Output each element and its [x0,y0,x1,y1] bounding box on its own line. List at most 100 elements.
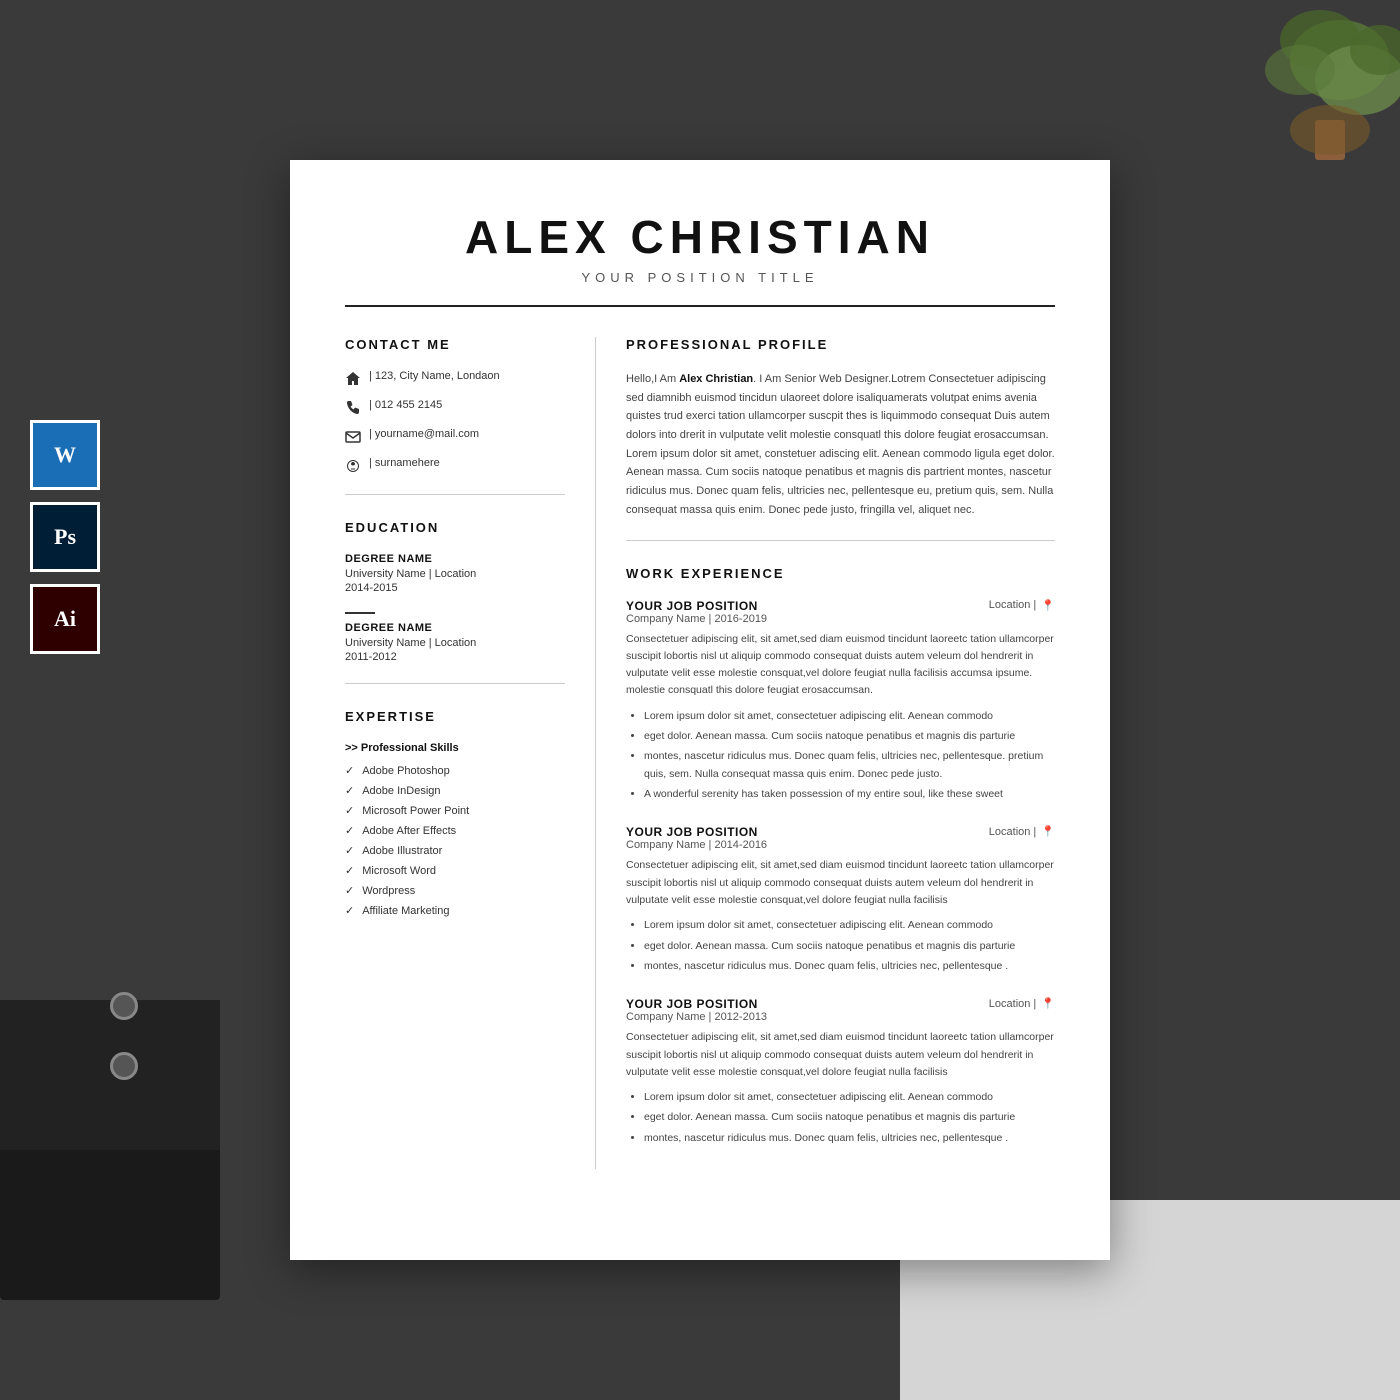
email-icon [345,429,361,445]
school-2: University Name | Location [345,637,565,649]
bullet-item: eget dolor. Aenean massa. Cum sociis nat… [644,1109,1055,1126]
skill-item: ✓Microsoft Power Point [345,804,565,817]
photoshop-icon-box: Ps [30,502,100,572]
check-icon: ✓ [345,844,354,857]
ps-label: Ps [54,524,76,550]
skill-name: Wordpress [362,885,415,897]
skill-item: ✓Adobe After Effects [345,824,565,837]
job-item-1: YOUR JOB POSITION Location | 📍 Company N… [626,599,1055,804]
job-header: YOUR JOB POSITION Location | 📍 [626,599,1055,613]
bullet-item: Lorem ipsum dolor sit amet, consectetuer… [644,708,1055,725]
check-icon: ✓ [345,904,354,917]
resume-document: ALEX CHRISTIAN YOUR POSITION TITLE CONTA… [290,160,1110,1260]
job-bullets: Lorem ipsum dolor sit amet, consectetuer… [626,708,1055,804]
school-1: University Name | Location [345,568,565,580]
location-pin-icon: 📍 [1041,825,1055,838]
profile-name: Alex Christian [679,373,753,385]
bullet-item: Lorem ipsum dolor sit amet, consectetuer… [644,1089,1055,1106]
skype-text: | surnamehere [369,457,440,469]
job-header: YOUR JOB POSITION Location | 📍 [626,997,1055,1011]
right-column: PROFESSIONAL PROFILE Hello,I Am Alex Chr… [595,337,1055,1169]
bullet-item: montes, nascetur ridiculus mus. Donec qu… [644,748,1055,783]
location-pin-icon: 📍 [1041,997,1055,1010]
resume-header: ALEX CHRISTIAN YOUR POSITION TITLE [345,210,1055,307]
job-company: Company Name | 2012-2013 [626,1011,1055,1023]
skill-name: Affiliate Marketing [362,905,449,917]
word-label: W [54,442,76,468]
location-pin-icon: 📍 [1041,599,1055,612]
skills-list: ✓Adobe Photoshop✓Adobe InDesign✓Microsof… [345,764,565,917]
skill-item: ✓ Wordpress [345,884,565,897]
contact-address: | 123, City Name, Londaon [345,370,565,387]
profile-divider [626,540,1055,541]
skill-item: ✓Adobe Illustrator [345,844,565,857]
check-icon: ✓ [345,884,354,897]
contact-phone: | 012 455 2145 [345,399,565,416]
job-description: Consectetuer adipiscing elit, sit amet,s… [626,631,1055,700]
envelope-flap [0,1000,220,1150]
job-header: YOUR JOB POSITION Location | 📍 [626,825,1055,839]
envelope-circle-2 [110,1052,138,1080]
education-item-1: DEGREE NAME University Name | Location 2… [345,553,565,594]
bullet-item: Lorem ipsum dolor sit amet, consectetuer… [644,917,1055,934]
education-section-title: EDUCATION [345,520,565,535]
job-bullets: Lorem ipsum dolor sit amet, consectetuer… [626,1089,1055,1147]
job-location: Location | 📍 [989,825,1055,838]
degree-1: DEGREE NAME [345,553,565,565]
job-item-2: YOUR JOB POSITION Location | 📍 Company N… [626,825,1055,975]
skill-item: ✓ Affiliate Marketing [345,904,565,917]
bullet-item: A wonderful serenity has taken possessio… [644,786,1055,803]
job-position: YOUR JOB POSITION [626,599,758,613]
work-section-title: WORK EXPERIENCE [626,566,1055,581]
skill-name: Adobe InDesign [362,785,440,797]
job-location: Location | 📍 [989,599,1055,612]
expertise-category: >> Professional Skills [345,742,565,754]
phone-icon [345,400,361,416]
contact-section-title: CONTACT ME [345,337,565,352]
job-description: Consectetuer adipiscing elit, sit amet,s… [626,857,1055,909]
skill-item: ✓Adobe Photoshop [345,764,565,777]
profile-name-after: . I Am Senior Web Designer. [753,373,891,385]
degree-2: DEGREE NAME [345,622,565,634]
contact-skype: | surnamehere [345,457,565,474]
plant-decoration [1120,0,1400,220]
candidate-name: ALEX CHRISTIAN [345,210,1055,264]
left-column: CONTACT ME | 123, City Name, Londaon | 0… [345,337,565,1169]
contact-divider [345,494,565,495]
education-divider [345,683,565,684]
bullet-item: eget dolor. Aenean massa. Cum sociis nat… [644,938,1055,955]
job-description: Consectetuer adipiscing elit, sit amet,s… [626,1029,1055,1081]
check-icon: ✓ [345,824,354,837]
profile-section-title: PROFESSIONAL PROFILE [626,337,1055,352]
bullet-item: eget dolor. Aenean massa. Cum sociis nat… [644,728,1055,745]
software-icon-boxes: W Ps Ai [30,420,100,654]
edu-separator [345,612,375,614]
skill-name: Microsoft Word [362,865,436,877]
address-text: | 123, City Name, Londaon [369,370,500,382]
jobs-list: YOUR JOB POSITION Location | 📍 Company N… [626,599,1055,1148]
year-1: 2014-2015 [345,582,565,594]
illustrator-icon-box: Ai [30,584,100,654]
phone-text: | 012 455 2145 [369,399,442,411]
email-text: | yourname@mail.com [369,428,479,440]
skype-icon [345,458,361,474]
resume-body: CONTACT ME | 123, City Name, Londaon | 0… [345,337,1055,1169]
profile-intro: Hello,I Am [626,373,679,385]
job-company: Company Name | 2014-2016 [626,839,1055,851]
job-item-3: YOUR JOB POSITION Location | 📍 Company N… [626,997,1055,1147]
bullet-item: montes, nascetur ridiculus mus. Donec qu… [644,1130,1055,1147]
job-company: Company Name | 2016-2019 [626,613,1055,625]
skill-item: ✓Adobe InDesign [345,784,565,797]
contact-email: | yourname@mail.com [345,428,565,445]
year-2: 2011-2012 [345,651,565,663]
candidate-title: YOUR POSITION TITLE [345,270,1055,285]
skill-item: ✓ Microsoft Word [345,864,565,877]
job-location: Location | 📍 [989,997,1055,1010]
check-icon: ✓ [345,864,354,877]
ai-label: Ai [54,606,76,632]
profile-text: Hello,I Am Alex Christian. I Am Senior W… [626,370,1055,520]
bullet-item: montes, nascetur ridiculus mus. Donec qu… [644,958,1055,975]
skill-name: Adobe Photoshop [362,765,449,777]
word-icon-box: W [30,420,100,490]
check-icon: ✓ [345,804,354,817]
